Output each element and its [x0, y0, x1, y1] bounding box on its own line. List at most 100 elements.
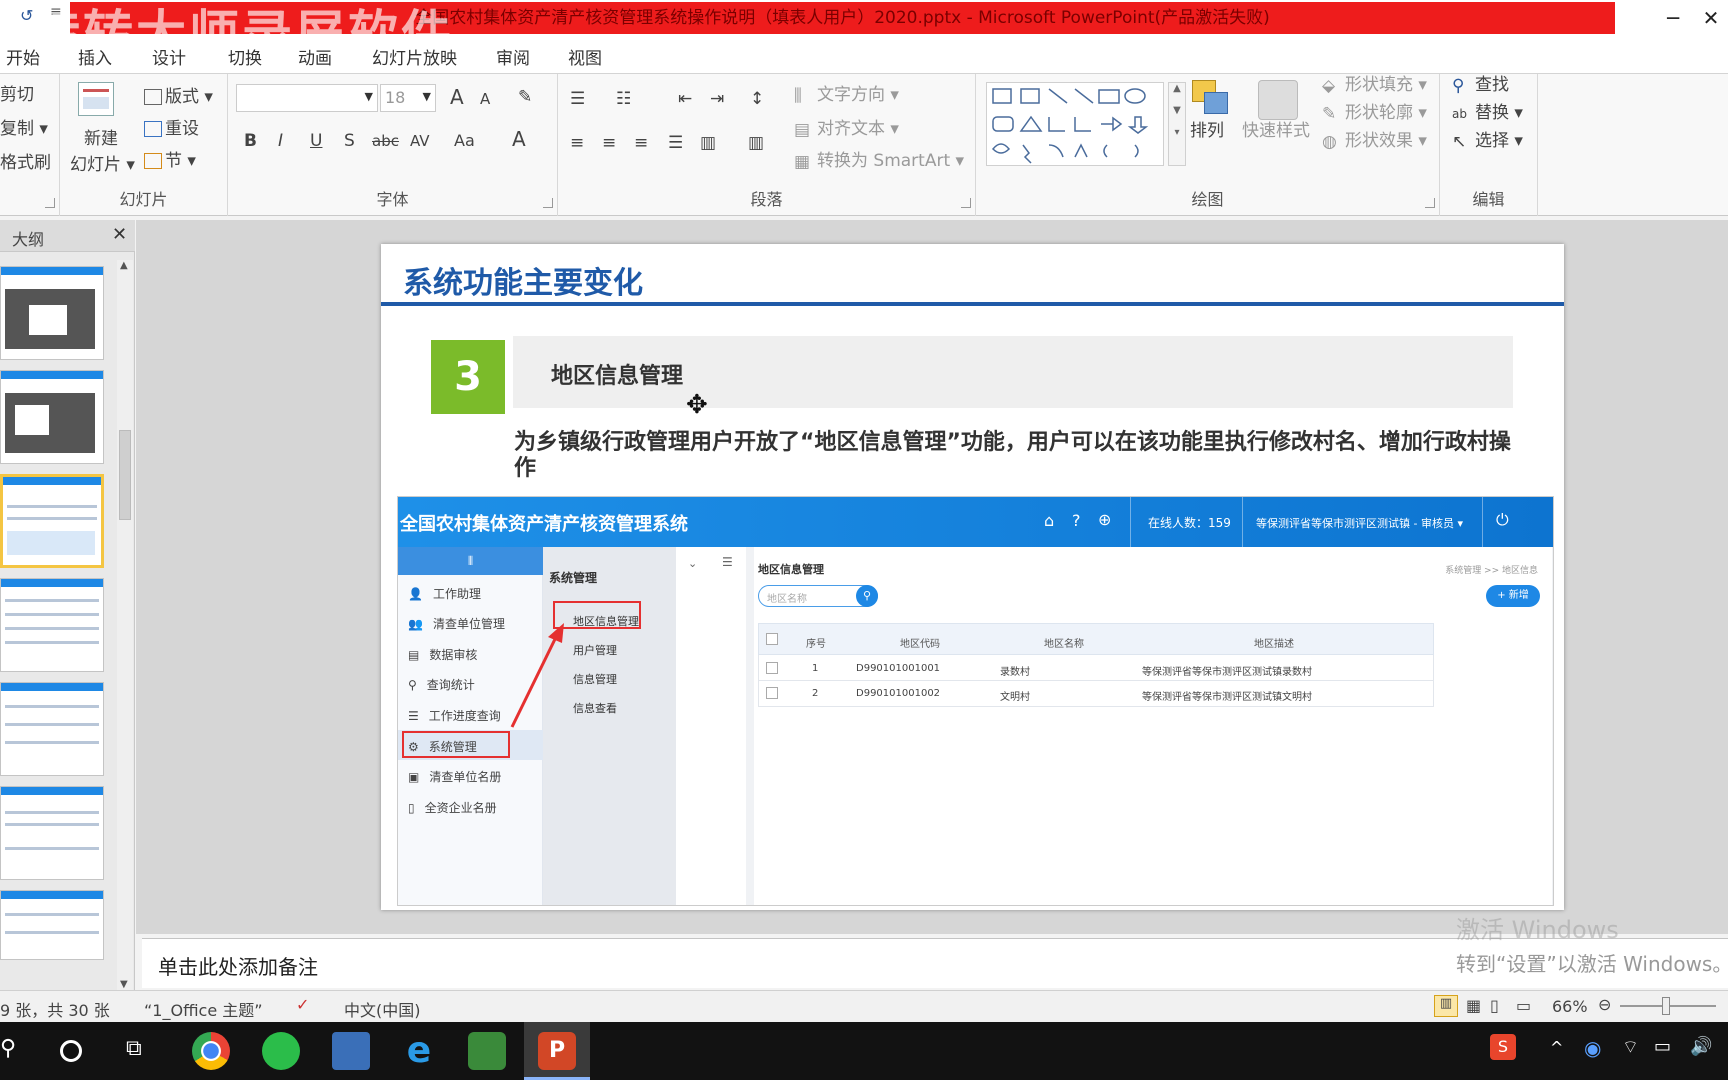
reset-button[interactable]: 重设 — [144, 118, 199, 140]
zoom-out-icon[interactable]: ⊖ — [1598, 995, 1611, 1014]
copy-button[interactable]: 复制 ▾ — [0, 118, 48, 140]
char-spacing-button[interactable]: AV — [410, 130, 430, 152]
shrink-font-button[interactable]: A — [480, 88, 490, 110]
slide-title[interactable]: 系统功能主要变化 — [403, 258, 643, 302]
numbering-icon[interactable]: ☷ — [616, 88, 631, 110]
language-indicator[interactable]: 中文(中国) — [344, 997, 421, 1021]
tab-slideshow[interactable]: 幻灯片放映 — [372, 44, 457, 69]
current-slide[interactable]: 系统功能主要变化 3 地区信息管理 为乡镇级行政管理用户开放了“地区信息管理”功… — [381, 244, 1564, 910]
slideshow-view-icon[interactable]: ▭ — [1516, 996, 1531, 1015]
clipboard-launcher-icon[interactable] — [45, 198, 55, 208]
strikethrough-button[interactable]: abc — [372, 130, 399, 152]
volume-icon[interactable]: 🔊 — [1690, 1036, 1712, 1057]
shape-effects-button[interactable]: ◍ 形状效果 ▾ — [1322, 130, 1427, 152]
slide-thumbnail[interactable] — [0, 266, 104, 360]
bold-button[interactable]: B — [244, 130, 257, 152]
increase-indent-icon[interactable]: ⇥ — [710, 88, 724, 110]
section-number[interactable]: 3 — [431, 340, 505, 414]
section-heading-bar[interactable]: 地区信息管理 — [513, 336, 1513, 408]
tab-review[interactable]: 审阅 — [496, 44, 530, 69]
distributed-icon[interactable]: ▥ — [700, 132, 716, 154]
slide-thumbnail[interactable] — [0, 578, 104, 672]
select-button[interactable]: ↖ 选择 ▾ — [1452, 130, 1523, 152]
minimize-button[interactable]: ─ — [1650, 0, 1696, 36]
chart-app-icon[interactable] — [468, 1032, 506, 1070]
scroll-up-icon[interactable]: ▲ — [120, 260, 128, 271]
reading-view-icon[interactable]: ▯ — [1490, 996, 1499, 1015]
battery-icon[interactable]: ▭ — [1654, 1036, 1671, 1057]
spellcheck-icon[interactable]: ✓ — [296, 995, 309, 1014]
font-launcher-icon[interactable] — [543, 198, 553, 208]
paragraph-launcher-icon[interactable] — [961, 198, 971, 208]
tray-app-icon[interactable]: ◉ — [1584, 1036, 1601, 1060]
chrome-icon[interactable] — [192, 1032, 230, 1070]
columns-icon[interactable]: ▥ — [748, 132, 764, 154]
scroll-down-icon[interactable]: ▼ — [120, 979, 128, 990]
arrange-button[interactable]: 排列 — [1190, 120, 1224, 142]
section-description[interactable]: 为乡镇级行政管理用户开放了“地区信息管理”功能，用户可以在该功能里执行修改村名、… — [514, 430, 1514, 482]
cortana-icon[interactable] — [60, 1040, 82, 1062]
slide-thumbnail[interactable] — [0, 786, 104, 880]
embedded-app-screenshot[interactable]: 全国农村集体资产清产核资管理系统 ⌂ ? ⊕ 在线人数：159 等保测评省等保市… — [397, 496, 1554, 906]
tab-animations[interactable]: 动画 — [298, 44, 332, 69]
tab-view[interactable]: 视图 — [568, 44, 602, 69]
drawing-launcher-icon[interactable] — [1425, 198, 1435, 208]
find-button[interactable]: ⚲ 查找 — [1452, 74, 1509, 96]
font-name-select[interactable]: ▼ — [236, 84, 378, 112]
arrange-icon[interactable] — [1188, 78, 1236, 126]
slide-thumbnail[interactable] — [0, 370, 104, 464]
new-slide-icon[interactable] — [78, 82, 114, 116]
bullets-icon[interactable]: ☰ — [570, 88, 585, 110]
decrease-indent-icon[interactable]: ⇤ — [678, 88, 692, 110]
new-slide-label[interactable]: 新建 — [84, 128, 118, 150]
search-icon[interactable]: ⚲ — [0, 1036, 16, 1061]
panel-close-button[interactable]: ✕ — [112, 224, 127, 245]
change-case-button[interactable]: Aa — [454, 130, 475, 152]
powerpoint-icon[interactable]: P — [538, 1032, 576, 1070]
task-view-icon[interactable]: ⧉ — [126, 1036, 142, 1061]
underline-button[interactable]: U — [310, 130, 322, 152]
justify-icon[interactable]: ☰ — [668, 132, 683, 154]
ie-icon[interactable]: e — [400, 1032, 438, 1070]
slide-thumbnail-selected[interactable] — [0, 474, 104, 568]
thumbnail-scrollbar[interactable]: ▲ ▼ — [117, 260, 133, 990]
zoom-level[interactable]: 66% — [1552, 997, 1588, 1016]
cut-button[interactable]: 剪切 — [0, 84, 34, 106]
smartart-button[interactable]: ▦ 转换为 SmartArt ▾ — [794, 150, 964, 172]
tray-chevron-icon[interactable]: ^ — [1550, 1038, 1563, 1057]
new-slide-dropdown[interactable]: 幻灯片 ▾ — [70, 154, 135, 176]
recorder-tray-icon[interactable]: S — [1490, 1034, 1516, 1060]
zoom-slider-thumb[interactable] — [1662, 997, 1670, 1015]
zoom-slider[interactable] — [1620, 997, 1716, 1015]
scroll-thumb[interactable] — [119, 430, 131, 520]
shadow-button[interactable]: S — [344, 130, 355, 152]
tab-transitions[interactable]: 切换 — [228, 44, 262, 69]
tab-home[interactable]: 开始 — [6, 44, 40, 69]
360-browser-icon[interactable] — [262, 1032, 300, 1070]
align-left-icon[interactable]: ≡ — [570, 132, 584, 154]
tab-insert[interactable]: 插入 — [78, 44, 112, 69]
shapes-scroll[interactable]: ▲ ▼ ▾ — [1168, 82, 1186, 166]
close-button[interactable]: ✕ — [1694, 0, 1728, 36]
grow-font-button[interactable]: A — [450, 86, 464, 108]
line-spacing-icon[interactable]: ↕ — [750, 88, 764, 110]
align-center-icon[interactable]: ≡ — [602, 132, 616, 154]
format-painter-button[interactable]: 格式刷 — [0, 152, 51, 174]
quick-styles-button[interactable]: 快速样式 — [1242, 120, 1310, 142]
shape-outline-button[interactable]: ✎ 形状轮廓 ▾ — [1322, 102, 1427, 124]
shape-fill-button[interactable]: ⬙ 形状填充 ▾ — [1322, 74, 1427, 96]
slide-thumbnail[interactable] — [0, 890, 104, 960]
notes-placeholder[interactable]: 单击此处添加备注 — [158, 951, 318, 980]
outline-tab[interactable]: 大纲 — [12, 226, 44, 250]
italic-button[interactable]: I — [278, 130, 283, 152]
tab-design[interactable]: 设计 — [152, 44, 186, 69]
computer-icon[interactable] — [332, 1032, 370, 1070]
shapes-gallery[interactable] — [986, 82, 1164, 166]
align-text-button[interactable]: ▤ 对齐文本 ▾ — [794, 118, 899, 140]
theme-name[interactable]: “1_Office 主题” — [144, 997, 263, 1021]
font-color-button[interactable]: A — [512, 128, 526, 150]
sorter-view-icon[interactable]: ▦ — [1466, 996, 1481, 1015]
align-right-icon[interactable]: ≡ — [634, 132, 648, 154]
text-direction-button[interactable]: ⫼ 文字方向 ▾ — [794, 84, 899, 106]
replace-button[interactable]: ab 替换 ▾ — [1452, 102, 1523, 124]
